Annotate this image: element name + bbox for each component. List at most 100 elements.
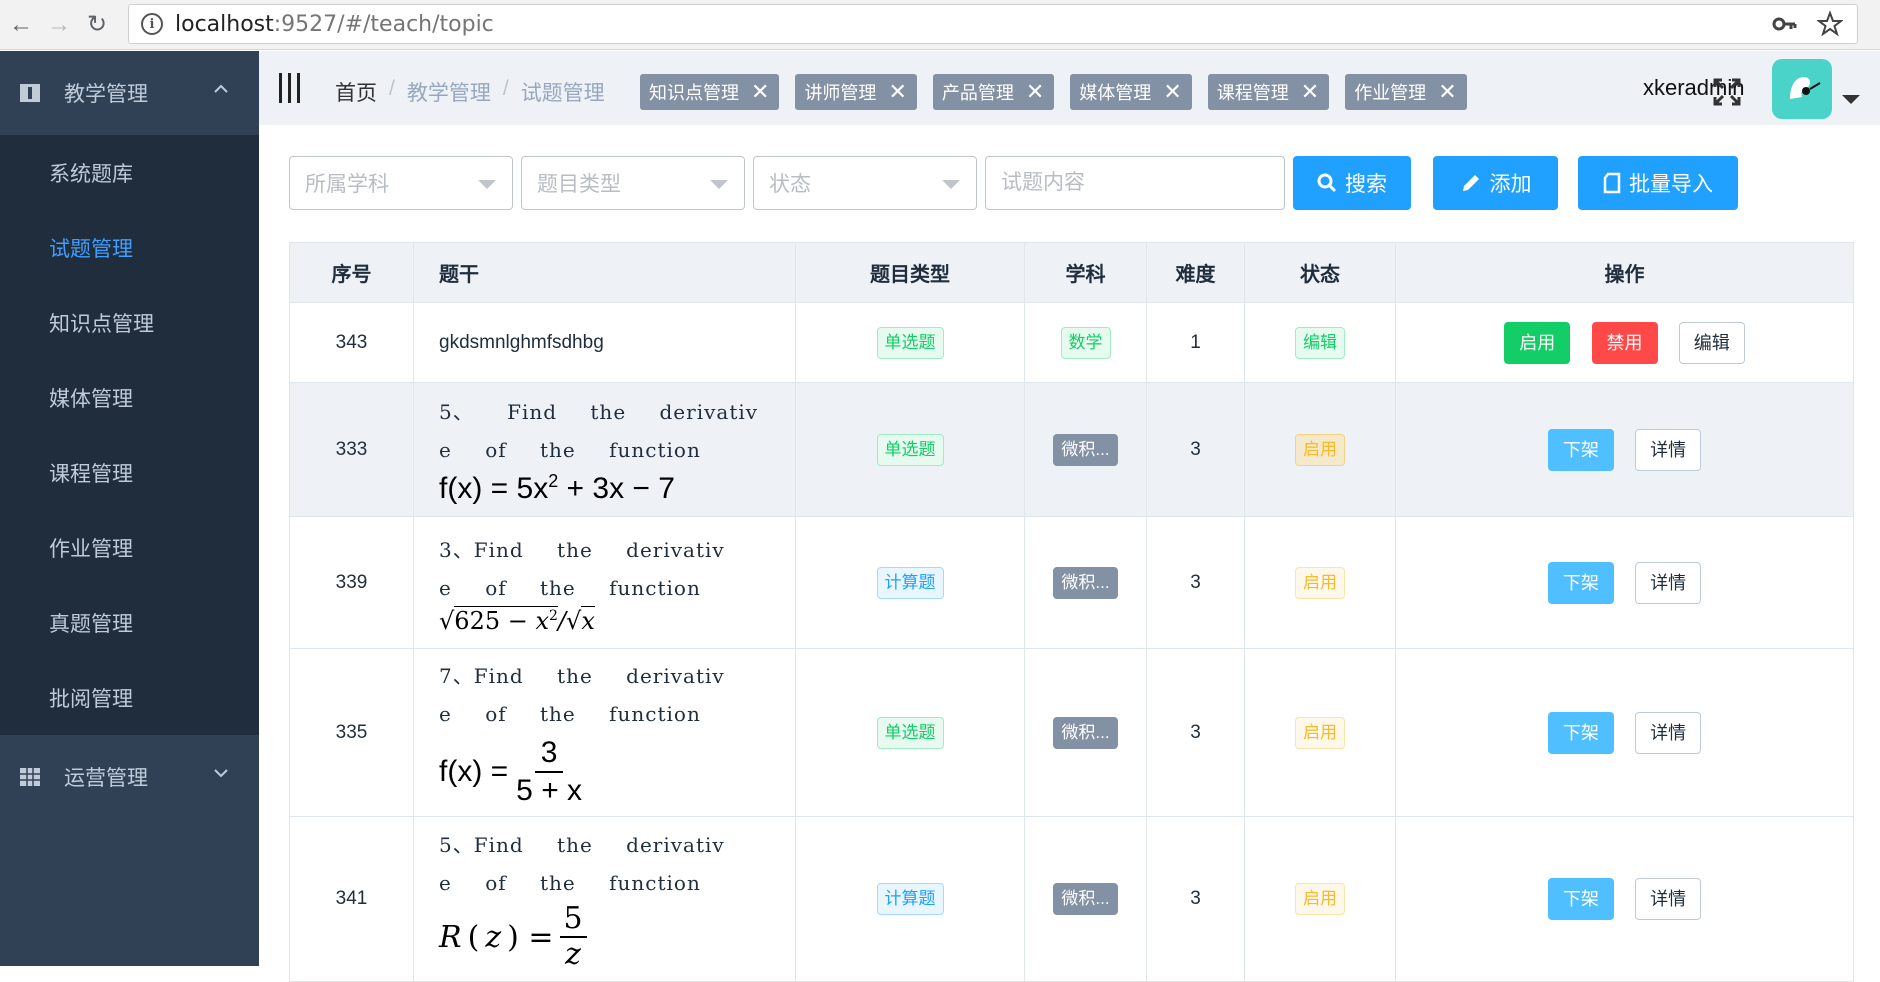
stem-line: e of the function xyxy=(439,871,701,895)
stem-formula: f(x) = 3 5 + x xyxy=(439,735,583,807)
search-button[interactable]: 搜索 xyxy=(1293,156,1411,210)
column-header-subject: 学科 xyxy=(1024,242,1147,303)
subject-select[interactable]: 所属学科 xyxy=(289,156,513,210)
tag-courses[interactable]: 课程管理 ✕ xyxy=(1207,74,1330,110)
menu-group-operations[interactable]: 运营管理 xyxy=(0,735,259,819)
topic-table: 序号 题干 题目类型 学科 难度 状态 操作 343 gkdsmnlghmfsd… xyxy=(289,242,1854,982)
close-icon[interactable]: ✕ xyxy=(1438,81,1456,103)
stem-formula: f(x) = 5x2 + 3x − 7 xyxy=(439,471,675,505)
cell-id: 335 xyxy=(289,648,414,817)
breadcrumb: 首页 / 教学管理 / 试题管理 xyxy=(335,77,605,107)
top-navbar: 首页 / 教学管理 / 试题管理 知识点管理 ✕ 讲师管理 ✕ 产品管理 ✕ 媒体管理… xyxy=(259,51,1880,125)
pencil-icon xyxy=(1462,175,1479,191)
stem-line: 5、Find the derivativ xyxy=(439,833,725,857)
column-header-type: 题目类型 xyxy=(795,242,1025,303)
type-badge: 单选题 xyxy=(876,433,944,466)
table-header-row: 序号 题干 题目类型 学科 难度 状态 操作 xyxy=(289,242,1854,303)
status-badge: 启用 xyxy=(1295,433,1345,466)
unpublish-button[interactable]: 下架 xyxy=(1547,711,1614,754)
forward-arrow-icon[interactable]: → xyxy=(42,8,76,42)
column-header-difficulty: 难度 xyxy=(1146,242,1245,303)
tag-knowledge-points[interactable]: 知识点管理 ✕ xyxy=(640,74,780,110)
unpublish-button[interactable]: 下架 xyxy=(1547,561,1614,604)
avatar[interactable] xyxy=(1772,59,1832,119)
tag-homework[interactable]: 作业管理 ✕ xyxy=(1345,74,1467,110)
dropdown-arrow-icon xyxy=(710,180,728,189)
tag-lecturers[interactable]: 讲师管理 ✕ xyxy=(795,74,917,110)
stem-line: 3、Find the derivativ xyxy=(439,537,725,562)
subject-badge: 微积... xyxy=(1053,433,1118,466)
batch-import-button[interactable]: 批量导入 xyxy=(1578,156,1738,210)
table-row: 339 3、Find the derivativ e of the functi… xyxy=(289,516,1854,649)
type-select[interactable]: 题目类型 xyxy=(521,156,745,210)
stem-line: e of the function xyxy=(439,701,701,726)
edit-button[interactable]: 编辑 xyxy=(1678,321,1745,364)
sidebar-item-media[interactable]: 媒体管理 xyxy=(0,360,259,435)
site-info-icon[interactable]: i xyxy=(141,13,163,35)
type-badge: 单选题 xyxy=(876,716,944,749)
cell-id: 343 xyxy=(289,302,414,383)
column-header-actions: 操作 xyxy=(1395,242,1854,303)
back-arrow-icon[interactable]: ← xyxy=(4,8,38,42)
stem-formula: √625 − x2/√x xyxy=(439,605,595,635)
sidebar-item-knowledge-points[interactable]: 知识点管理 xyxy=(0,285,259,360)
cell-difficulty: 1 xyxy=(1146,302,1245,383)
cell-stem: 5、Find the derivativ e of the function R… xyxy=(413,816,796,982)
unpublish-button[interactable]: 下架 xyxy=(1547,428,1614,471)
sidebar: 教学管理 系统题库 试题管理 知识点管理 媒体管理 课程管理 作业管理 真题管理… xyxy=(0,51,259,966)
sidebar-item-real-exams[interactable]: 真题管理 xyxy=(0,585,259,660)
url-text: localhost:9527/#/teach/topic xyxy=(175,11,494,37)
key-icon[interactable] xyxy=(1771,11,1797,37)
details-button[interactable]: 详情 xyxy=(1635,711,1702,754)
status-badge: 启用 xyxy=(1295,566,1345,599)
close-icon[interactable]: ✕ xyxy=(1163,81,1181,103)
tag-media[interactable]: 媒体管理 ✕ xyxy=(1070,74,1192,110)
details-button[interactable]: 详情 xyxy=(1635,428,1702,471)
status-select[interactable]: 状态 xyxy=(753,156,977,210)
unpublish-button[interactable]: 下架 xyxy=(1547,878,1614,920)
bookmark-star-icon[interactable] xyxy=(1817,11,1843,37)
cell-difficulty: 3 xyxy=(1146,816,1245,982)
details-button[interactable]: 详情 xyxy=(1635,878,1702,920)
menu-group-label: 教学管理 xyxy=(64,83,148,106)
details-button[interactable]: 详情 xyxy=(1635,561,1702,604)
table-row: 341 5、Find the derivativ e of the functi… xyxy=(289,816,1854,982)
table-row: 343 gkdsmnlghmfsdhbg 单选题 数学 1 编辑 启用 禁用 编… xyxy=(289,302,1854,383)
sidebar-item-system-bank[interactable]: 系统题库 xyxy=(0,135,259,210)
breadcrumb-teaching: 教学管理 xyxy=(406,82,491,105)
subject-badge: 微积... xyxy=(1053,883,1118,915)
sidebar-item-topic-management[interactable]: 试题管理 xyxy=(0,210,259,285)
stem-line: e of the function xyxy=(439,438,701,462)
sidebar-item-homework[interactable]: 作业管理 xyxy=(0,510,259,585)
breadcrumb-home[interactable]: 首页 xyxy=(335,77,377,107)
cell-difficulty: 3 xyxy=(1146,382,1245,517)
cell-stem: 5、 Find the derivativ e of the function … xyxy=(413,382,796,517)
close-icon[interactable]: ✕ xyxy=(888,81,906,103)
table-row: 333 5、 Find the derivativ e of the funct… xyxy=(289,382,1854,517)
sidebar-item-courses[interactable]: 课程管理 xyxy=(0,435,259,510)
sidebar-item-grading[interactable]: 批阅管理 xyxy=(0,660,259,735)
browser-toolbar: ← → ↻ i localhost:9527/#/teach/topic xyxy=(0,0,1880,50)
close-icon[interactable]: ✕ xyxy=(1026,81,1044,103)
type-badge: 计算题 xyxy=(876,883,944,915)
close-icon[interactable]: ✕ xyxy=(751,81,769,103)
hamburger-icon[interactable] xyxy=(279,73,300,103)
tag-products[interactable]: 产品管理 ✕ xyxy=(932,74,1055,110)
close-icon[interactable]: ✕ xyxy=(1301,81,1319,103)
content-search-input[interactable] xyxy=(985,156,1285,210)
cell-difficulty: 3 xyxy=(1146,516,1245,649)
fullscreen-icon[interactable] xyxy=(1713,78,1741,106)
cell-stem: 3、Find the derivativ e of the function √… xyxy=(413,516,796,649)
cell-stem: gkdsmnlghmfsdhbg xyxy=(413,302,796,383)
column-header-status: 状态 xyxy=(1244,242,1396,303)
reload-icon[interactable]: ↻ xyxy=(80,8,114,42)
enable-button[interactable]: 启用 xyxy=(1504,321,1571,364)
disable-button[interactable]: 禁用 xyxy=(1591,321,1658,364)
address-bar[interactable]: i localhost:9527/#/teach/topic xyxy=(128,4,1858,44)
stem-formula: R(z) = 5 z xyxy=(439,902,795,972)
menu-group-teaching[interactable]: 教学管理 xyxy=(0,51,259,135)
subject-badge: 微积... xyxy=(1053,566,1118,599)
cell-id: 339 xyxy=(289,516,414,649)
user-dropdown-caret-icon[interactable] xyxy=(1842,95,1860,104)
add-button[interactable]: 添加 xyxy=(1433,156,1558,210)
